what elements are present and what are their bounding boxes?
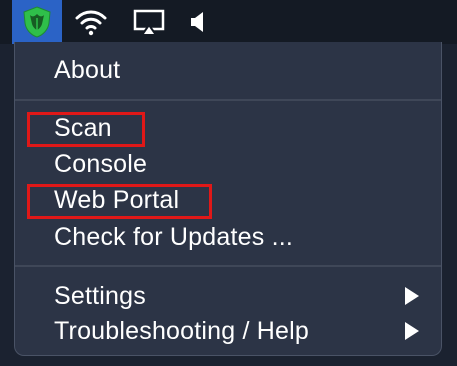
menu-item-label: Scan	[54, 113, 112, 142]
shield-app-icon	[23, 6, 51, 38]
menu-separator	[15, 99, 441, 101]
menu-item-label: Troubleshooting / Help	[54, 316, 310, 345]
volume-status[interactable]	[186, 7, 210, 37]
menu-item-label: Console	[54, 149, 148, 178]
menu-bar	[0, 0, 457, 44]
menu-item-troubleshooting-help[interactable]: Troubleshooting / Help	[15, 314, 441, 348]
menu-item-about[interactable]: About	[15, 53, 441, 87]
menu-item-label: About	[54, 55, 121, 84]
submenu-arrow-icon	[405, 322, 419, 340]
menu-item-label: Check for Updates ...	[54, 222, 294, 251]
wifi-icon	[75, 10, 107, 36]
menu-item-settings[interactable]: Settings	[15, 279, 441, 313]
app-dropdown-menu: About Scan Console Web Portal Check for …	[14, 42, 442, 356]
menu-item-scan[interactable]: Scan	[15, 111, 441, 145]
airplay-icon	[133, 9, 165, 36]
menu-separator	[15, 265, 441, 267]
menu-item-web-portal[interactable]: Web Portal	[15, 183, 441, 217]
menu-item-console[interactable]: Console	[15, 147, 441, 181]
security-app-menubar-button[interactable]	[12, 0, 62, 44]
menu-item-label: Web Portal	[54, 185, 180, 214]
airplay-status[interactable]	[131, 7, 167, 37]
menu-item-check-for-updates[interactable]: Check for Updates ...	[15, 220, 441, 254]
wifi-status[interactable]	[74, 7, 108, 37]
volume-icon	[191, 12, 203, 32]
submenu-arrow-icon	[405, 287, 419, 305]
menu-item-label: Settings	[54, 281, 146, 310]
